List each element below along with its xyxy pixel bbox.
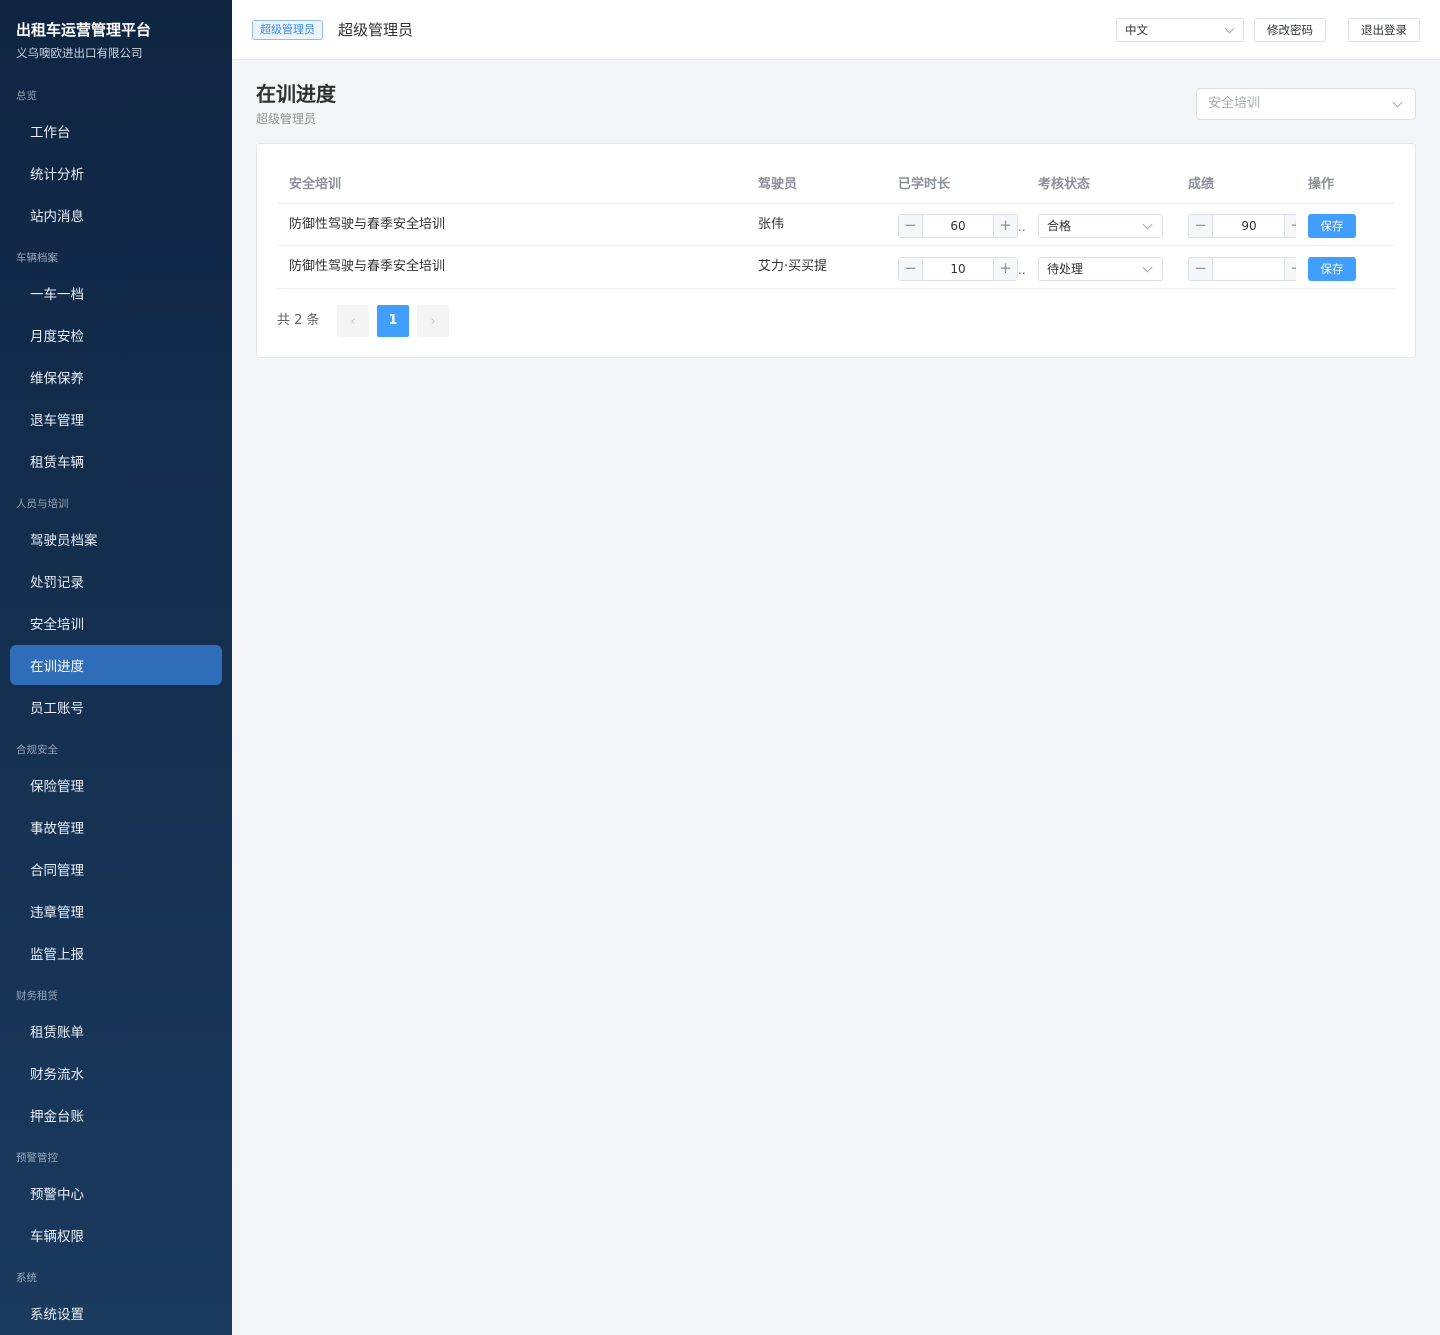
row-divider — [277, 245, 1395, 246]
sidebar-item-safety-training[interactable]: 安全培训 — [10, 603, 222, 643]
prev-page-button[interactable]: ‹ — [337, 305, 369, 337]
column-header-training: 安全培训 — [289, 177, 342, 192]
training-filter-select[interactable]: 安全培训 — [1196, 88, 1416, 120]
decrease-button[interactable]: − — [1189, 215, 1213, 237]
nav-group-compliance: 合规安全 — [16, 744, 58, 756]
hours-overflow-ellipsis: .. — [1018, 220, 1026, 234]
sidebar-item-statistics[interactable]: 统计分析 — [10, 153, 222, 193]
change-password-button[interactable]: 修改密码 — [1254, 18, 1326, 42]
save-button[interactable]: 保存 — [1308, 257, 1356, 281]
sidebar-item-messages[interactable]: 站内消息 — [10, 195, 222, 235]
brand: 出租车运营管理平台 义乌噢欧进出口有限公司 — [0, 0, 232, 80]
column-header-score: 成绩 — [1188, 177, 1215, 192]
sidebar-item-regulatory-report[interactable]: 监管上报 — [10, 933, 222, 973]
nav-group-finance: 财务租赁 — [16, 990, 58, 1002]
status-value: 合格 — [1047, 219, 1072, 233]
cell-training: 防御性驾驶与春季安全培训 — [289, 217, 446, 232]
brand-title: 出租车运营管理平台 — [16, 21, 152, 39]
cell-driver: 艾力·买买提 — [758, 259, 828, 274]
page-title: 在训进度 — [256, 82, 336, 106]
header-user-name: 超级管理员 — [338, 21, 414, 39]
column-header-hours: 已学时长 — [898, 177, 951, 192]
logout-button[interactable]: 退出登录 — [1348, 18, 1420, 42]
hours-overflow-ellipsis: .. — [1018, 263, 1026, 277]
sidebar-item-deposit-ledger[interactable]: 押金台账 — [10, 1095, 222, 1135]
chevron-down-icon — [1142, 262, 1153, 273]
sidebar-item-driver-files[interactable]: 驾驶员档案 — [10, 519, 222, 559]
decrease-button[interactable]: − — [1189, 258, 1213, 280]
cell-training: 防御性驾驶与春季安全培训 — [289, 259, 446, 274]
sidebar-item-contracts[interactable]: 合同管理 — [10, 849, 222, 889]
page-button-current[interactable]: 1 — [377, 305, 409, 337]
page-subtitle: 超级管理员 — [256, 112, 317, 126]
sidebar: 出租车运营管理平台 义乌噢欧进出口有限公司 总览 工作台 统计分析 站内消息 车… — [0, 0, 232, 1335]
sidebar-item-violations[interactable]: 违章管理 — [10, 891, 222, 931]
column-header-status: 考核状态 — [1038, 177, 1091, 192]
increase-button[interactable]: + — [993, 215, 1017, 237]
role-tag: 超级管理员 — [252, 20, 323, 40]
nav-group-vehicle-archive: 车辆档案 — [16, 252, 58, 264]
score-input[interactable]: 90 — [1214, 215, 1284, 237]
sidebar-item-system-settings[interactable]: 系统设置 — [10, 1293, 222, 1333]
row-divider — [277, 288, 1395, 289]
nav-group-alerts: 预警管控 — [16, 1152, 58, 1164]
chevron-down-icon — [1392, 97, 1403, 108]
chevron-down-icon — [1142, 219, 1153, 230]
decrease-button[interactable]: − — [899, 215, 923, 237]
sidebar-item-vehicle-permissions[interactable]: 车辆权限 — [10, 1215, 222, 1255]
header-divider — [277, 203, 1395, 204]
nav-group-personnel: 人员与培训 — [16, 498, 69, 510]
sidebar-item-maintenance[interactable]: 维保保养 — [10, 357, 222, 397]
increase-button[interactable]: + — [1284, 258, 1296, 280]
sidebar-item-rental-bills[interactable]: 租赁账单 — [10, 1011, 222, 1051]
increase-button[interactable]: + — [993, 258, 1017, 280]
nav-group-system: 系统 — [16, 1272, 37, 1284]
next-page-button[interactable]: › — [417, 305, 449, 337]
chevron-down-icon — [1224, 23, 1235, 34]
hours-stepper: − 10 + — [898, 257, 1018, 281]
sidebar-item-workbench[interactable]: 工作台 — [10, 111, 222, 151]
hours-input[interactable]: 60 — [924, 215, 992, 237]
status-value: 待处理 — [1047, 262, 1084, 276]
status-select[interactable]: 待处理 — [1038, 257, 1163, 281]
sidebar-item-vehicle-file[interactable]: 一车一档 — [10, 273, 222, 313]
sidebar-item-vehicle-return[interactable]: 退车管理 — [10, 399, 222, 439]
hours-input[interactable]: 10 — [924, 258, 992, 280]
training-filter-value: 安全培训 — [1208, 96, 1261, 111]
progress-table-card: 安全培训 驾驶员 已学时长 考核状态 成绩 操作 防御性驾驶与春季安全培训 张伟… — [256, 143, 1416, 358]
pagination-total: 共 2 条 — [277, 313, 320, 328]
brand-subtitle: 义乌噢欧进出口有限公司 — [16, 46, 143, 60]
language-select[interactable]: 中文 — [1116, 18, 1244, 42]
column-header-driver: 驾驶员 — [758, 177, 798, 192]
cell-driver: 张伟 — [758, 217, 785, 232]
score-input[interactable] — [1214, 258, 1284, 280]
sidebar-item-monthly-inspection[interactable]: 月度安检 — [10, 315, 222, 355]
sidebar-item-accidents[interactable]: 事故管理 — [10, 807, 222, 847]
score-stepper: − + — [1188, 257, 1296, 281]
sidebar-item-training-progress[interactable]: 在训进度 — [10, 645, 222, 685]
save-button[interactable]: 保存 — [1308, 214, 1356, 238]
column-header-action: 操作 — [1308, 177, 1335, 192]
decrease-button[interactable]: − — [899, 258, 923, 280]
score-stepper: − 90 + — [1188, 214, 1296, 238]
sidebar-item-insurance[interactable]: 保险管理 — [10, 765, 222, 805]
hours-stepper: − 60 + — [898, 214, 1018, 238]
language-value: 中文 — [1125, 23, 1148, 37]
increase-button[interactable]: + — [1284, 215, 1296, 237]
nav-group-overview: 总览 — [16, 90, 37, 102]
top-header: 超级管理员 超级管理员 中文 修改密码 退出登录 — [232, 0, 1440, 60]
sidebar-item-staff-accounts[interactable]: 员工账号 — [10, 687, 222, 727]
status-select[interactable]: 合格 — [1038, 214, 1163, 238]
sidebar-item-alert-center[interactable]: 预警中心 — [10, 1173, 222, 1213]
sidebar-item-penalties[interactable]: 处罚记录 — [10, 561, 222, 601]
sidebar-item-rental-vehicles[interactable]: 租赁车辆 — [10, 441, 222, 481]
sidebar-item-finance-flow[interactable]: 财务流水 — [10, 1053, 222, 1093]
